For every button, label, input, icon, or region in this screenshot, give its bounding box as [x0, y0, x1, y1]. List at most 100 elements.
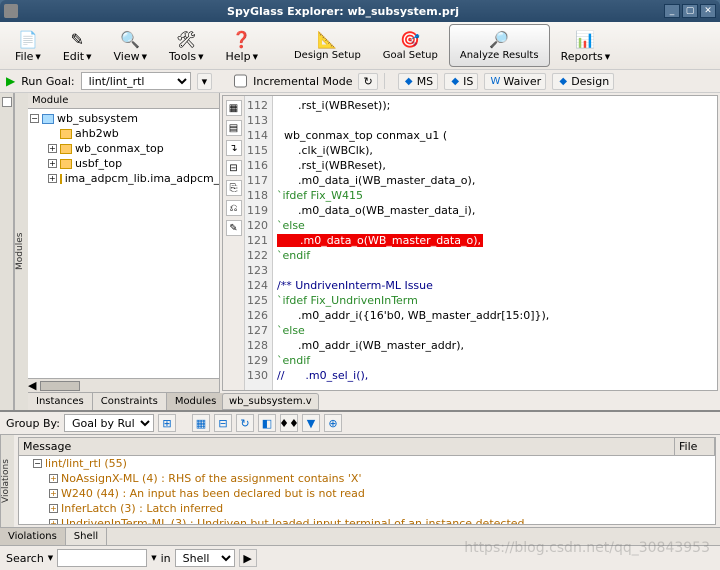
- app-icon: [4, 4, 18, 18]
- ed-tool-2[interactable]: ▤: [226, 120, 242, 136]
- window-title: SpyGlass Explorer: wb_subsystem.prj: [24, 5, 662, 18]
- code-line: `endif: [277, 353, 713, 368]
- messages-table[interactable]: Message File −lint/lint_rtl (55) +NoAssi…: [18, 437, 716, 525]
- folder-icon: [60, 129, 72, 139]
- folder-icon: [60, 144, 72, 154]
- groupby-bar: Group By: Goal by Rule ⊞ ▦ ⊟ ↻ ◧ ♦♦ ▼ ⊕: [0, 412, 720, 435]
- expand-icon[interactable]: +: [48, 144, 57, 153]
- code-line: `ifdef Fix_UndrivenInTerm: [277, 293, 713, 308]
- tab-instances[interactable]: Instances: [28, 393, 93, 410]
- ed-tool-7[interactable]: ✎: [226, 220, 242, 236]
- msg-row[interactable]: +InferLatch (3) : Latch inferred: [19, 501, 715, 516]
- tab-shell[interactable]: Shell: [66, 528, 107, 545]
- tab-constraints[interactable]: Constraints: [93, 393, 167, 410]
- module-tree[interactable]: −wb_subsystem ahb2wb +wb_conmax_top +usb…: [28, 109, 219, 378]
- gb-tool-7[interactable]: ▼: [302, 414, 320, 432]
- ed-tool-1[interactable]: ▦: [226, 100, 242, 116]
- is-pill[interactable]: ◆IS: [444, 73, 478, 90]
- help-menu[interactable]: ❓Help▼: [215, 24, 269, 67]
- code-line: .m0_data_i(WB_master_data_o),: [277, 173, 713, 188]
- gb-tool-5[interactable]: ◧: [258, 414, 276, 432]
- tab-modules[interactable]: Modules: [167, 393, 226, 410]
- ed-tool-6[interactable]: ⎌: [226, 200, 242, 216]
- view-menu[interactable]: 🔍View▼: [103, 24, 159, 67]
- expand-icon[interactable]: +: [48, 174, 57, 183]
- col-file[interactable]: File: [675, 438, 715, 455]
- left-gutter: [0, 93, 14, 410]
- col-message[interactable]: Message: [19, 438, 675, 455]
- analyze-results-button[interactable]: 🔎Analyze Results: [449, 24, 550, 67]
- messages-header: Message File: [19, 438, 715, 456]
- waiver-icon: W: [489, 75, 501, 87]
- code-line: .rst_i(WBReset));: [277, 98, 713, 113]
- code-line: `else: [277, 323, 713, 338]
- search-go-button[interactable]: ▶: [239, 549, 257, 567]
- design-setup-button[interactable]: 📐Design Setup: [283, 24, 372, 67]
- gb-tool-4[interactable]: ↻: [236, 414, 254, 432]
- tree-scrollbar[interactable]: ◀: [28, 378, 219, 392]
- left-tabstrip: Instances Constraints Modules Files: [28, 392, 219, 410]
- search-input[interactable]: [57, 549, 147, 567]
- minimize-button[interactable]: _: [664, 4, 680, 18]
- module-panel-header: Module: [28, 93, 219, 109]
- violations-vertical-label[interactable]: Violations: [0, 435, 14, 527]
- msg-row[interactable]: +W240 (44) : An input has been declared …: [19, 486, 715, 501]
- code-line: // .m0_sel_i(),: [277, 368, 713, 383]
- code-line: .clk_i(WBClk),: [277, 143, 713, 158]
- chevron-down-icon[interactable]: ▼: [48, 554, 53, 562]
- line-gutter: 1121131141151161171181191201211221231241…: [245, 96, 273, 390]
- gb-tool-2[interactable]: ▦: [192, 414, 210, 432]
- tree-node[interactable]: +usbf_top: [30, 156, 217, 171]
- gb-tool-6[interactable]: ♦♦: [280, 414, 298, 432]
- close-button[interactable]: ✕: [700, 4, 716, 18]
- search-drop[interactable]: ▼: [151, 554, 156, 562]
- ed-tool-4[interactable]: ⊟: [226, 160, 242, 176]
- module-icon: [42, 114, 54, 124]
- panel-toggle-button[interactable]: [2, 97, 12, 107]
- run-icon[interactable]: ▶: [6, 74, 15, 88]
- ed-tool-5[interactable]: ⎘: [226, 180, 242, 196]
- msg-row[interactable]: −lint/lint_rtl (55): [19, 456, 715, 471]
- view-icon: 🔍: [119, 28, 141, 50]
- lower-panel: Group By: Goal by Rule ⊞ ▦ ⊟ ↻ ◧ ♦♦ ▼ ⊕ …: [0, 410, 720, 545]
- tools-menu[interactable]: 🛠Tools▼: [158, 24, 215, 67]
- groupby-select[interactable]: Goal by Rule: [64, 414, 154, 432]
- tree-node[interactable]: +wb_conmax_top: [30, 141, 217, 156]
- analyze-icon: 🔎: [488, 28, 510, 50]
- reports-menu[interactable]: 📊Reports▼: [550, 24, 622, 67]
- tab-violations[interactable]: Violations: [0, 528, 66, 545]
- file-icon: 📄: [17, 28, 39, 50]
- ed-tool-3[interactable]: ↴: [226, 140, 242, 156]
- goal-select[interactable]: lint/lint_rtl: [81, 72, 191, 90]
- design-pill[interactable]: ◆Design: [552, 73, 614, 90]
- search-scope-select[interactable]: Shell: [175, 549, 235, 567]
- msg-row[interactable]: +NoAssignX-ML (4) : RHS of the assignmen…: [19, 471, 715, 486]
- run-dropdown-button[interactable]: ▾: [197, 73, 213, 90]
- code-area[interactable]: .rst_i(WBReset)); wb_conmax_top conmax_u…: [273, 96, 717, 390]
- edit-menu[interactable]: ✎Edit▼: [52, 24, 103, 67]
- code-line: .rst_i(WBReset),: [277, 158, 713, 173]
- tree-root[interactable]: −wb_subsystem: [30, 111, 217, 126]
- refresh-button[interactable]: ↻: [358, 73, 377, 90]
- gb-tool-1[interactable]: ⊞: [158, 414, 176, 432]
- msg-row[interactable]: +UndrivenInTerm-ML (3) : Undriven but lo…: [19, 516, 715, 525]
- editor-panel: ▦ ▤ ↴ ⊟ ⎘ ⎌ ✎ 11211311411511611711811912…: [220, 93, 720, 410]
- editor-file-tab[interactable]: wb_subsystem.v: [222, 393, 319, 410]
- modules-vertical-label[interactable]: Modules: [14, 93, 28, 410]
- code-line: /** UndrivenInterm-ML Issue: [277, 278, 713, 293]
- waiver-pill[interactable]: WWaiver: [484, 73, 546, 90]
- tree-node[interactable]: ahb2wb: [30, 126, 217, 141]
- code-line: .m0_data_o(WB_master_data_i),: [277, 203, 713, 218]
- ms-pill[interactable]: ◆MS: [398, 73, 438, 90]
- gb-tool-3[interactable]: ⊟: [214, 414, 232, 432]
- code-line: `ifdef Fix_W415: [277, 188, 713, 203]
- expand-icon[interactable]: +: [48, 159, 57, 168]
- tree-node[interactable]: +ima_adpcm_lib.ima_adpcm_top.Be: [30, 171, 217, 186]
- titlebar: SpyGlass Explorer: wb_subsystem.prj _ ▢ …: [0, 0, 720, 22]
- gb-tool-8[interactable]: ⊕: [324, 414, 342, 432]
- goal-setup-button[interactable]: 🎯Goal Setup: [372, 24, 449, 67]
- file-menu[interactable]: 📄File▼: [4, 24, 52, 67]
- maximize-button[interactable]: ▢: [682, 4, 698, 18]
- incremental-checkbox[interactable]: [234, 72, 247, 90]
- collapse-icon[interactable]: −: [30, 114, 39, 123]
